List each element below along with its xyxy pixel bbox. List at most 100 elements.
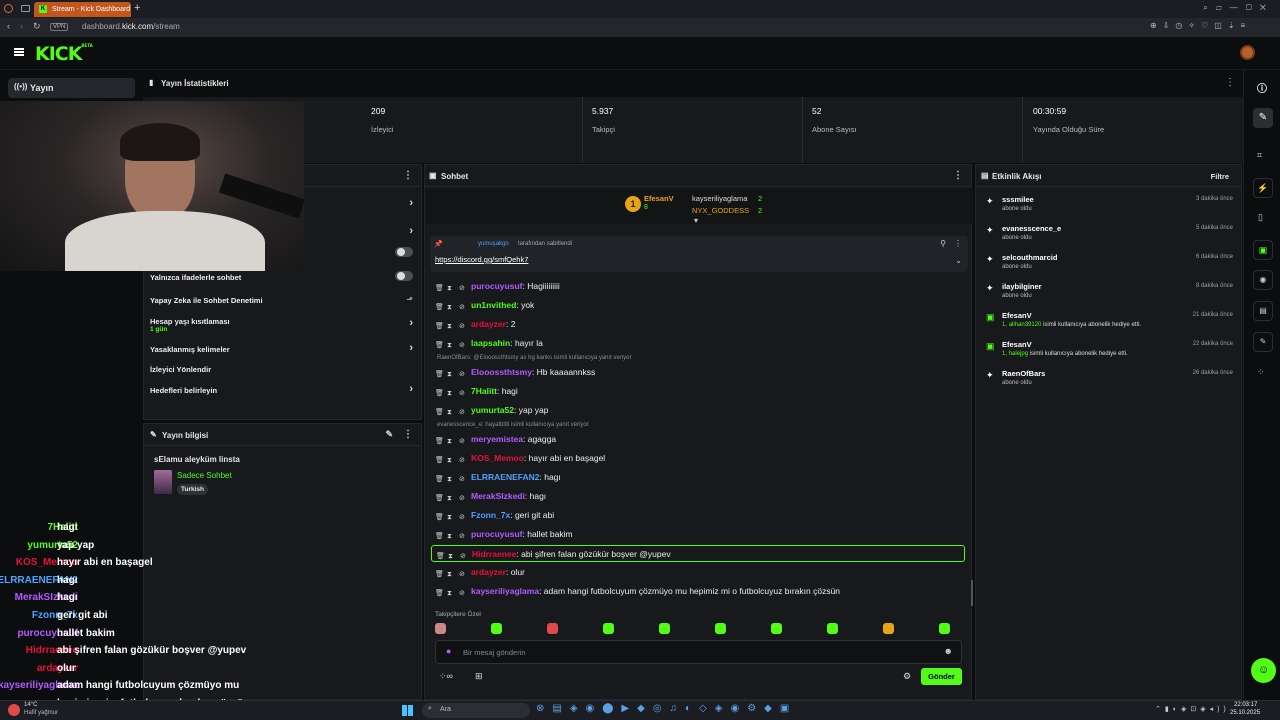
chat-username[interactable]: Elooossthtsmy [471, 367, 532, 377]
chart-icon[interactable]: ⬏ [406, 295, 413, 304]
timeout-icon[interactable]: ⧗ [447, 342, 455, 350]
screen-icon[interactable]: ⌗ [1257, 150, 1262, 161]
chat-username[interactable]: MerakSIzkedi [471, 491, 525, 501]
expand-gifters-icon[interactable]: ▾ [694, 216, 698, 225]
ban-icon[interactable]: ⊘ [459, 494, 467, 502]
top-gifter-name[interactable]: EfesanV [644, 194, 674, 203]
activity-username[interactable]: RaenOfBars [1002, 369, 1045, 378]
gift-icon[interactable]: ⊞ [475, 671, 483, 682]
workspaces-icon[interactable] [21, 5, 30, 12]
chevron-right-icon[interactable]: › [409, 383, 413, 395]
browser-tab-active[interactable]: K Stream - Kick Dashboard [34, 2, 131, 17]
ban-icon[interactable]: ⊘ [459, 570, 467, 578]
pinned-by-user[interactable]: yumuşakgo [478, 241, 509, 247]
activity-username[interactable]: ilaybilginer [1002, 282, 1042, 291]
timeout-icon[interactable]: ⧗ [447, 590, 455, 598]
back-icon[interactable]: ‹ [7, 21, 10, 31]
url-field[interactable]: dashboard.kick.com/stream [82, 22, 180, 31]
browser-menu-icon[interactable] [4, 4, 13, 13]
settings-more-icon[interactable]: ⋮ [403, 170, 413, 181]
ban-icon[interactable]: ⊘ [459, 513, 467, 521]
emote-icon[interactable] [771, 623, 782, 634]
chat-message[interactable]: 🗑 ⧗ ⊘ un1nvithed: yok [435, 297, 963, 314]
delete-icon[interactable]: 🗑 [435, 456, 444, 464]
chat-username[interactable]: ELRRAENEFAN2 [471, 472, 539, 482]
chat-message[interactable]: 🗑 ⧗ ⊘ laapsahin: hayır la [435, 335, 963, 352]
ban-icon[interactable]: ⊘ [460, 552, 468, 560]
chevron-right-icon[interactable]: › [409, 225, 413, 237]
activity-username[interactable]: evanesscence_e [1002, 224, 1061, 233]
timeout-icon[interactable]: ⧗ [447, 409, 455, 417]
timeout-icon[interactable]: ⧗ [447, 390, 455, 398]
activity-username[interactable]: selcouthmarcid [1002, 253, 1057, 262]
timeout-icon[interactable]: ⧗ [447, 304, 455, 312]
delete-icon[interactable]: 🗑 [436, 552, 445, 560]
ban-icon[interactable]: ⊘ [459, 322, 467, 330]
emote-icon[interactable] [603, 623, 614, 634]
reload-icon[interactable]: ↻ [33, 21, 41, 32]
delete-icon[interactable]: 🗑 [435, 437, 444, 445]
ban-icon[interactable]: ⊘ [459, 389, 467, 397]
reply-context[interactable]: evanesscence_e: hayatbitti isimli kullan… [437, 422, 589, 428]
delete-icon[interactable]: 🗑 [435, 370, 444, 378]
emote-icon[interactable] [547, 623, 558, 634]
emote-icon[interactable] [827, 623, 838, 634]
menu-icon[interactable] [14, 48, 24, 56]
chat-message[interactable]: 🗑 ⧗ ⊘ KOS_Memoo: hayır abi en başagel [435, 450, 963, 467]
chat-message[interactable]: 🗑 ⧗ ⊘ 7Halitt: hagi [435, 383, 963, 400]
chat-username[interactable]: purocuyusuf [471, 529, 522, 539]
ban-icon[interactable]: ⊘ [459, 284, 467, 292]
activity-item[interactable]: ✦ ilaybilginer abone oldu 8 dakika önce [984, 280, 1235, 308]
chat-message[interactable]: 🗑 ⧗ ⊘ ELRRAENEFAN2: hagı [435, 469, 963, 486]
edit-layout-icon[interactable]: ✎ [1253, 108, 1273, 128]
chat-message[interactable]: 🗑 ⧗ ⊘ Hidrraenee: abi şifren falan gözükür … [431, 545, 965, 562]
timeout-icon[interactable]: ⧗ [447, 438, 455, 446]
chat-username[interactable]: Fzonn_7x [471, 510, 510, 520]
timeout-icon[interactable]: ⧗ [447, 323, 455, 331]
stream-info-more-icon[interactable]: ⋮ [403, 429, 413, 440]
timeout-icon[interactable]: ⧗ [447, 457, 455, 465]
activity-item[interactable]: ✦ RaenOfBars abone oldu 26 dakika önce [984, 367, 1235, 395]
kick-logo[interactable]: KICKBETA [35, 43, 93, 65]
chevron-right-icon[interactable]: › [409, 342, 413, 354]
toggle-switch[interactable] [395, 247, 413, 257]
chat-username[interactable]: laapsahin [471, 338, 510, 348]
chevron-right-icon[interactable]: › [409, 197, 413, 209]
gifter-name-2[interactable]: kayseriliyaglama [692, 194, 747, 203]
chat-scrollbar[interactable] [971, 580, 973, 606]
gift-recipient[interactable]: halejpg [1009, 351, 1028, 357]
timeout-icon[interactable]: ⧗ [447, 571, 455, 579]
chat-username[interactable]: ardayzer [471, 319, 506, 329]
ban-icon[interactable]: ⊘ [459, 408, 467, 416]
ban-icon[interactable]: ⊘ [459, 475, 467, 483]
document-icon[interactable]: ▯ [1258, 212, 1263, 223]
emote-icon[interactable] [659, 623, 670, 634]
unpin-icon[interactable]: ⚲ [940, 239, 946, 248]
filter-button[interactable]: Filtre [1211, 172, 1229, 181]
toolbar-icons[interactable]: ⊕⇩◷✧♡◫⇣≡ [1150, 21, 1251, 30]
delete-icon[interactable]: 🗑 [435, 408, 444, 416]
emotes-only-toggle[interactable] [395, 271, 413, 281]
ban-icon[interactable]: ⊘ [459, 437, 467, 445]
timeout-icon[interactable]: ⧗ [447, 371, 455, 379]
support-chat-icon[interactable]: ☺ [1251, 658, 1276, 683]
chat-message[interactable]: 🗑 ⧗ ⊘ purocuyusuf: Hagiiiiiiiii [435, 278, 963, 295]
chat-username[interactable]: meryemistea [471, 434, 523, 444]
ban-icon[interactable]: ⊘ [459, 370, 467, 378]
emote-icon[interactable] [491, 623, 502, 634]
timeout-icon[interactable]: ⧗ [447, 533, 455, 541]
timeout-icon[interactable]: ⧗ [447, 476, 455, 484]
chat-username[interactable]: purocuyusuf [471, 281, 522, 291]
timeout-icon[interactable]: ⧗ [447, 285, 455, 293]
chat-username[interactable]: kayseriliyaglama [471, 586, 539, 596]
setting-ai-moderation[interactable]: Yapay Zeka ile Sohbet Denetimi [150, 296, 263, 305]
delete-icon[interactable]: 🗑 [435, 532, 444, 540]
delete-icon[interactable]: 🗑 [435, 341, 444, 349]
nav-item-stream[interactable]: ((•)) Yayın [8, 78, 135, 98]
ban-icon[interactable]: ⊘ [459, 456, 467, 464]
emote-icon[interactable] [715, 623, 726, 634]
taskbar-app-icons[interactable]: ⊗▤◈◉⬤▶◆◎♫◐◇◈◉⚙◆▣ [536, 703, 797, 714]
ban-icon[interactable]: ⊘ [459, 532, 467, 540]
chat-username[interactable]: Hidrraenee [472, 549, 516, 559]
chat-username[interactable]: ardayzer [471, 567, 506, 577]
